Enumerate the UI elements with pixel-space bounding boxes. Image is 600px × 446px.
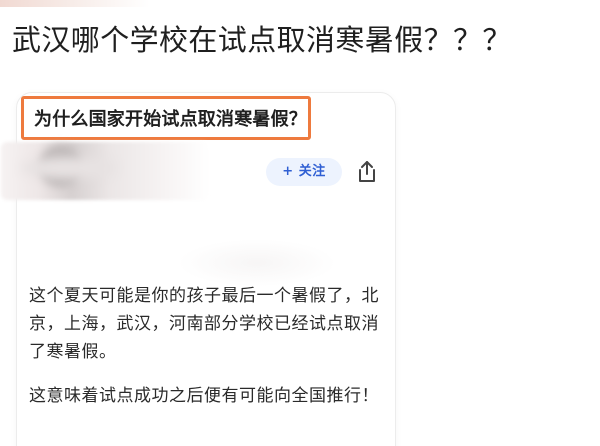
faded-background-shape: [177, 239, 337, 287]
highlighted-question[interactable]: 为什么国家开始试点取消寒暑假？: [21, 96, 311, 140]
question-title: 为什么国家开始试点取消寒暑假？: [34, 109, 307, 130]
share-icon[interactable]: [356, 160, 378, 184]
blurred-author-info: [1, 142, 209, 200]
answer-paragraph: 这意味着试点成功之后便有可能向全国推行！: [29, 386, 379, 406]
blurred-name: [21, 157, 117, 179]
follow-button[interactable]: + 关注: [266, 158, 342, 186]
post-title: 武汉哪个学校在试点取消寒暑假？？？: [12, 23, 512, 57]
top-edge-strip: [0, 0, 600, 7]
answer-card: 为什么国家开始试点取消寒暑假？ + 关注 这个夏天可能是你的孩子最后一个暑假了，…: [1, 92, 396, 446]
answer-paragraph: 这个夏天可能是你的孩子最后一个暑假了，北京，上海，武汉，河南部分学校已经试点取消…: [29, 286, 379, 362]
screenshot-page: 武汉哪个学校在试点取消寒暑假？？？ 为什么国家开始试点取消寒暑假？ + 关注 这…: [0, 0, 600, 446]
